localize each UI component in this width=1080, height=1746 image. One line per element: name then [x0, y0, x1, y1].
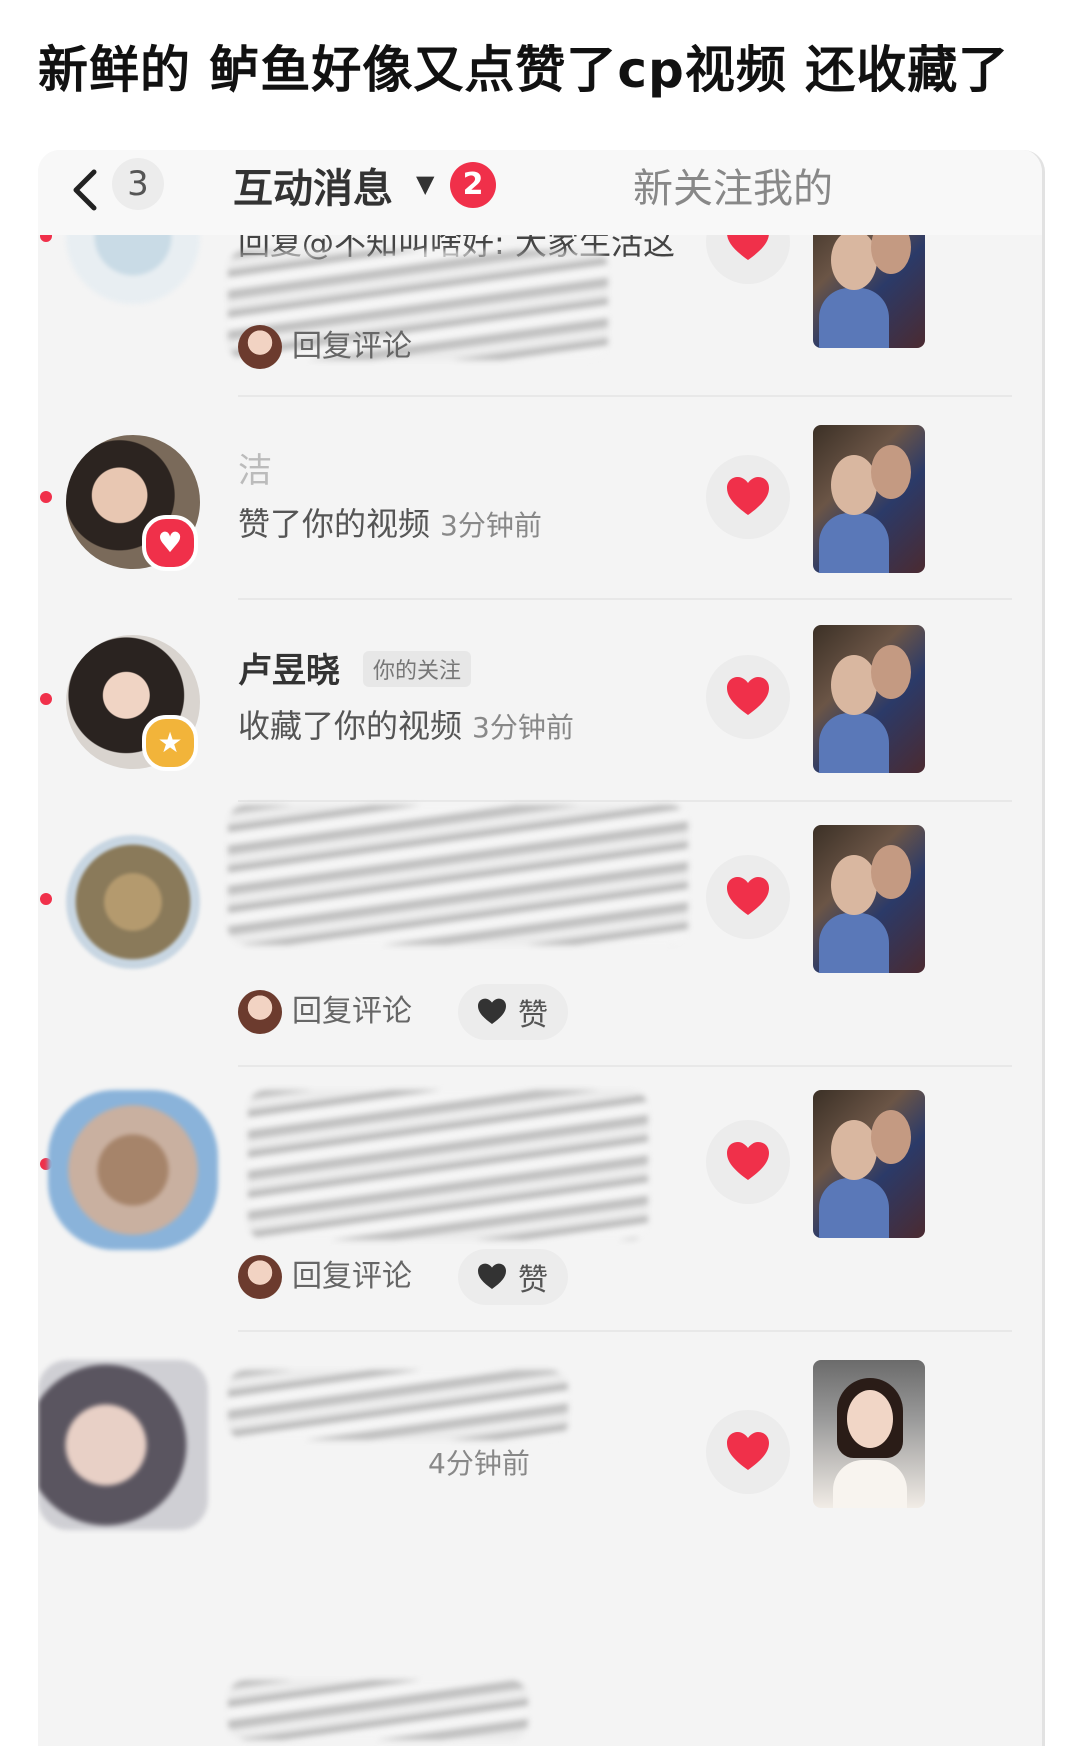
unread-dot	[40, 893, 52, 905]
list-item[interactable]: 回复@不知叫啥好: 大家生活这 回复评论	[38, 170, 1042, 400]
tab-interactions[interactable]: 互动消息	[233, 156, 393, 214]
timestamp: 3分钟前	[472, 711, 574, 744]
divider	[238, 1065, 1012, 1067]
caret-down-icon[interactable]: ▼	[416, 170, 434, 198]
timestamp: 3分钟前	[440, 509, 542, 542]
heart-icon	[727, 877, 769, 915]
mini-avatar	[238, 325, 282, 369]
liked-heart-button[interactable]	[706, 855, 790, 939]
back-unread-count: 3	[112, 158, 164, 210]
video-thumbnail[interactable]	[813, 625, 925, 773]
username[interactable]: 卢昱晓	[238, 643, 340, 692]
list-item[interactable]: ★ 卢昱晓 你的关注 收藏了你的视频 3分钟前	[38, 625, 1042, 815]
like-label: 赞	[518, 998, 548, 1033]
notification-text: 4分钟前	[418, 1442, 530, 1482]
like-comment-button[interactable]: 赞	[458, 984, 568, 1040]
divider	[238, 1330, 1012, 1332]
liked-heart-button[interactable]	[706, 655, 790, 739]
timestamp: 4分钟前	[428, 1447, 530, 1480]
blurred-region	[228, 1680, 528, 1740]
mini-avatar	[238, 990, 282, 1034]
video-thumbnail[interactable]	[813, 1360, 925, 1508]
heart-icon	[727, 1432, 769, 1470]
like-comment-button[interactable]: 赞	[458, 1249, 568, 1305]
heart-icon	[727, 1142, 769, 1180]
back-arrow-icon[interactable]	[56, 160, 116, 220]
blurred-region	[228, 250, 608, 360]
unread-dot	[40, 491, 52, 503]
star-badge-icon: ★	[142, 715, 198, 771]
username[interactable]: 洁	[238, 443, 272, 492]
list-item[interactable]: 4分钟前	[38, 1360, 1042, 1560]
notification-text: 收藏了你的视频 3分钟前	[238, 707, 574, 745]
screenshot-notifications: 3 互动消息 ▼ 2 新关注我的 回复@不知叫啥好: 大家生活这 回复评论 ♥ …	[38, 150, 1045, 1746]
like-heart-icon	[478, 1263, 506, 1289]
divider	[238, 395, 1012, 397]
list-item[interactable]: 回复评论 赞	[38, 805, 1042, 1065]
reply-comment-button[interactable]: 回复评论	[292, 1255, 412, 1299]
heart-icon	[727, 677, 769, 715]
notification-text: 赞了你的视频 3分钟前	[238, 505, 542, 543]
reply-comment-button[interactable]: 回复评论	[292, 990, 412, 1034]
liked-heart-button[interactable]	[706, 455, 790, 539]
like-label: 赞	[518, 1263, 548, 1298]
like-heart-icon	[478, 998, 506, 1024]
liked-heart-button[interactable]	[706, 1410, 790, 1494]
divider	[238, 598, 1012, 600]
tab-new-followers[interactable]: 新关注我的	[633, 156, 833, 214]
top-nav-bar: 3 互动消息 ▼ 2 新关注我的	[38, 150, 1042, 235]
blurred-region	[228, 805, 688, 945]
avatar[interactable]	[48, 1090, 218, 1250]
mini-avatar	[238, 1255, 282, 1299]
blurred-region	[228, 1370, 568, 1440]
post-caption: 新鲜的 鲈鱼好像又点赞了cp视频 还收藏了	[38, 41, 1010, 99]
video-thumbnail[interactable]	[813, 825, 925, 973]
reply-comment-button[interactable]: 回复评论	[292, 325, 412, 369]
avatar[interactable]	[66, 835, 200, 969]
list-item[interactable]: 回复评论 赞	[38, 1090, 1042, 1330]
video-thumbnail[interactable]	[813, 425, 925, 573]
divider	[238, 800, 1012, 802]
liked-heart-button[interactable]	[706, 1120, 790, 1204]
heart-badge-icon: ♥	[142, 515, 198, 571]
heart-icon	[727, 477, 769, 515]
avatar[interactable]	[38, 1360, 208, 1530]
unread-dot	[40, 693, 52, 705]
video-thumbnail[interactable]	[813, 1090, 925, 1238]
follow-tag: 你的关注	[363, 651, 472, 687]
blurred-region	[248, 1090, 648, 1240]
list-item[interactable]: ♥ 洁 赞了你的视频 3分钟前	[38, 425, 1042, 615]
tab-unread-badge: 2	[450, 162, 496, 208]
